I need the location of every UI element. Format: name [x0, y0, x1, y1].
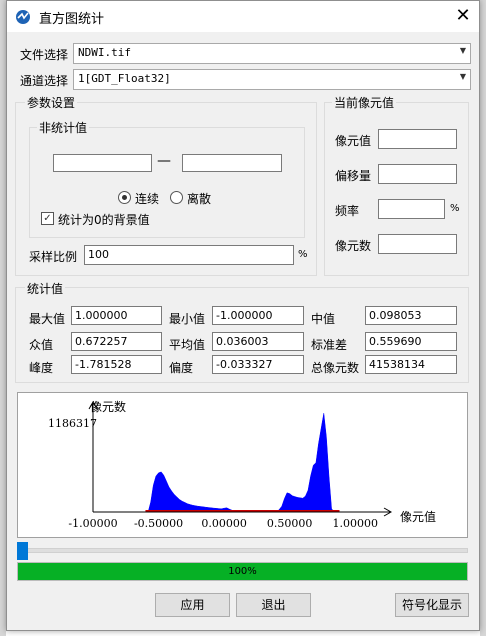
nonstat-group-title: 非统计值 [37, 119, 90, 136]
chart-xlabel: 像元值 [400, 509, 436, 524]
chevron-down-icon: ▼ [459, 46, 466, 55]
chart-slider-thumb[interactable] [17, 542, 28, 560]
symbolize-button[interactable]: 符号化显示 [395, 593, 469, 617]
chart-ylabel: 像元数 [90, 399, 126, 414]
stats-group-title: 统计值 [25, 280, 66, 297]
file-select-value: NDWI.tif [78, 46, 131, 59]
sample-label: 采样比例 [29, 250, 78, 264]
discrete-radio[interactable] [170, 191, 183, 204]
median-label: 中值 [311, 312, 336, 326]
freq-unit: % [450, 203, 460, 214]
file-label: 文件选择 [20, 48, 69, 62]
histogram-chart[interactable]: -1.00000 -0.50000 0.00000 0.50000 1.00000 像元… [17, 392, 468, 538]
median-value: 0.098053 [365, 306, 457, 325]
range-dash: — [157, 153, 171, 169]
progress-text: 100% [228, 566, 257, 577]
sample-unit: % [298, 249, 308, 260]
zero-bg-label: 统计为0的背景值 [58, 213, 150, 227]
offset-label: 偏移量 [335, 169, 372, 183]
skew-value: -0.033327 [212, 355, 304, 374]
histogram-area [147, 412, 335, 513]
mode-label: 众值 [29, 338, 54, 352]
params-group-title: 参数设置 [25, 94, 78, 111]
min-label: 最小值 [169, 312, 206, 326]
offset-input[interactable] [378, 164, 457, 184]
x-tick-label: 0.50000 [267, 517, 313, 530]
progress-bar: 100% [17, 562, 468, 581]
std-label: 标准差 [311, 338, 348, 352]
kurt-value: -1.781528 [71, 355, 162, 374]
chart-slider-track[interactable] [18, 548, 468, 553]
std-value: 0.559690 [365, 332, 457, 351]
x-tick-label: 0.00000 [201, 517, 247, 530]
x-tick-label: 1.00000 [332, 517, 378, 530]
chart-ymax-label: 1186317 [48, 417, 97, 430]
channel-select-value: 1[GDT_Float32] [78, 72, 171, 85]
background-strip-right [480, 0, 486, 636]
min-value: -1.000000 [212, 306, 304, 325]
freq-input[interactable] [378, 199, 445, 219]
sample-input[interactable]: 100 [84, 245, 294, 265]
max-value: 1.000000 [71, 306, 162, 325]
discrete-label: 离散 [187, 192, 212, 206]
pixel-count-label: 像元数 [335, 239, 372, 253]
zero-bg-checkbox[interactable]: ✓ [41, 212, 54, 225]
max-label: 最大值 [29, 312, 66, 326]
kurt-label: 峰度 [29, 361, 54, 375]
window-title: 直方图统计 [39, 12, 105, 27]
apply-button[interactable]: 应用 [155, 593, 230, 617]
continuous-label: 连续 [135, 192, 160, 206]
total-label: 总像元数 [311, 361, 360, 375]
freq-label: 频率 [335, 204, 360, 218]
histogram-stats-dialog: 直方图统计 ✕ 文件选择 NDWI.tif ▼ 通道选择 1[GDT_Float… [6, 0, 480, 631]
app-icon [16, 10, 30, 24]
histogram-svg: -1.00000 -0.50000 0.00000 0.50000 1.00000 像元… [48, 399, 436, 530]
skew-label: 偏度 [169, 361, 194, 375]
pixel-count-input[interactable] [378, 234, 457, 254]
mean-value: 0.036003 [212, 332, 304, 351]
file-select[interactable]: NDWI.tif ▼ [73, 43, 471, 64]
x-tick-label: -0.50000 [134, 517, 183, 530]
mean-label: 平均值 [169, 338, 206, 352]
x-tick-label: -1.00000 [68, 517, 117, 530]
title-bar: 直方图统计 ✕ [7, 1, 479, 32]
channel-select[interactable]: 1[GDT_Float32] ▼ [73, 69, 471, 90]
nonstat-max-input[interactable] [182, 154, 282, 172]
nonstat-min-input[interactable] [53, 154, 152, 172]
close-button[interactable]: ✕ [451, 5, 475, 27]
pixel-value-label: 像元值 [335, 134, 372, 148]
pixel-value-input[interactable] [378, 129, 457, 149]
continuous-radio[interactable] [118, 191, 131, 204]
total-value: 41538134 [365, 355, 457, 374]
exit-button[interactable]: 退出 [236, 593, 311, 617]
mode-value: 0.672257 [71, 332, 162, 351]
channel-label: 通道选择 [20, 74, 69, 88]
chevron-down-icon: ▼ [459, 72, 466, 81]
current-pixel-group-title: 当前像元值 [332, 94, 397, 111]
